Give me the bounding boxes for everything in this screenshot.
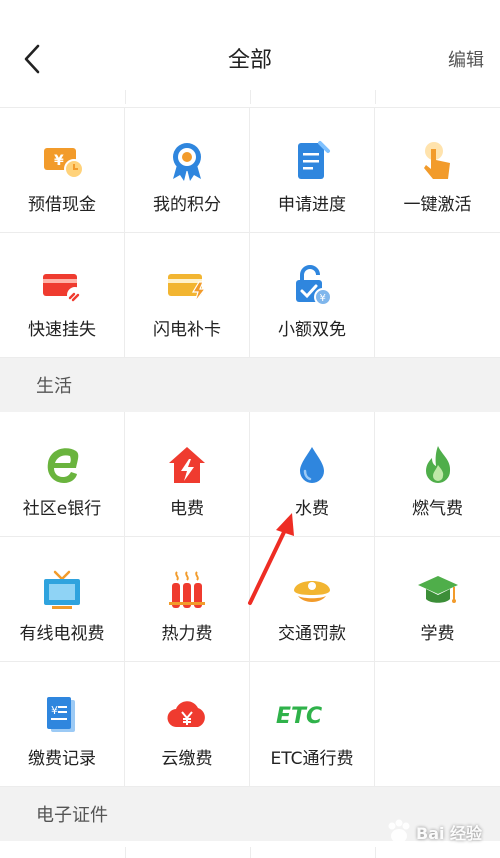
grid-item-label: 一键激活 [403,195,472,215]
points-medal-icon [173,143,201,181]
one-tap-activate-icon [423,142,450,179]
grid-item-small-payment[interactable]: ¥ 小额双免 [250,233,375,358]
cloud-payment-icon [167,701,205,728]
grid-item-label: 学费 [420,624,455,644]
gas-flame-icon [425,446,450,483]
baidu-watermark: Bai 经验 [382,812,492,852]
graduation-cap-icon [417,576,458,603]
payment-record-icon: ¥ [47,697,75,732]
grid-item-etc-toll[interactable]: ETC ETC通行费 [250,662,375,787]
grid-item-label: 我的积分 [153,195,221,215]
watermark-text: Bai 经验 [416,824,483,843]
grid-item-label: 热力费 [161,624,213,644]
card-services-grid: ¥ 预借现金 我的积分 申请进度 一键激活 快速挂失 闪电补卡 ¥ 小额双免 [0,108,500,358]
grid-item-traffic-fine[interactable]: 交通罚款 [250,537,375,662]
grid-item-label: 电费 [170,499,204,519]
section-title: 电子证件 [36,805,108,826]
grid-item-electricity[interactable]: 电费 [125,412,250,537]
svg-text:ETC: ETC [276,704,322,729]
grid-item-label: 快速挂失 [28,320,96,340]
community-e-bank-icon [47,448,79,483]
water-drop-icon [300,447,324,483]
top-bar: 全部 编辑 [0,0,500,90]
cash-advance-icon: ¥ [44,148,84,179]
card-replace-icon [168,274,207,303]
grid-item-my-points[interactable]: 我的积分 [125,108,250,233]
edit-button[interactable]: 编辑 [448,46,484,72]
svg-text:¥: ¥ [54,153,64,169]
paw-logo-icon [388,819,410,843]
section-title: 生活 [36,376,72,397]
grid-item-heating[interactable]: 热力费 [125,537,250,662]
grid-empty-cell [375,662,500,787]
grid-item-label: 闪电补卡 [153,320,221,340]
police-cap-icon [294,581,330,602]
grid-item-payment-record[interactable]: ¥ 缴费记录 [0,662,125,787]
grid-item-label: 小额双免 [278,320,346,340]
grid-item-gas[interactable]: 燃气费 [375,412,500,537]
grid-item-label: 云缴费 [161,749,213,769]
grid-item-cable-tv[interactable]: 有线电视费 [0,537,125,662]
application-progress-icon [298,141,330,179]
heating-radiator-icon [169,571,205,608]
grid-item-card-replace[interactable]: 闪电补卡 [125,233,250,358]
grid-item-label: 预借现金 [28,195,96,215]
grid-item-label: 水费 [295,499,329,519]
previous-row-stub [0,90,500,108]
etc-toll-icon: ETC [276,704,322,729]
grid-item-cash-advance[interactable]: ¥ 预借现金 [0,108,125,233]
grid-item-label: 交通罚款 [278,624,346,644]
grid-item-cloud-payment[interactable]: 云缴费 [125,662,250,787]
svg-text:¥: ¥ [320,293,326,304]
life-services-grid: 社区e银行 电费 水费 燃气费 有线电视费 热力费 交通罚款 学费 ¥ 缴费记录… [0,412,500,787]
page-title: 全部 [227,48,272,73]
card-loss-report-icon [43,274,83,303]
small-payment-lock-icon: ¥ [296,265,332,306]
grid-item-card-loss-report[interactable]: 快速挂失 [0,233,125,358]
grid-item-label: 有线电视费 [19,624,105,644]
electricity-house-icon [169,447,205,483]
grid-item-label: 燃气费 [412,499,463,519]
grid-item-label: ETC通行费 [270,749,354,769]
grid-empty-cell [375,233,500,358]
grid-item-label: 申请进度 [278,195,346,215]
grid-item-label: 社区e银行 [22,499,102,519]
section-header-life: 生活 [0,358,500,412]
grid-item-tuition[interactable]: 学费 [375,537,500,662]
svg-text:¥: ¥ [51,704,58,717]
tv-icon [44,570,80,609]
grid-item-community-e-bank[interactable]: 社区e银行 [0,412,125,537]
grid-item-one-tap-activate[interactable]: 一键激活 [375,108,500,233]
grid-item-label: 缴费记录 [28,749,96,769]
grid-item-water[interactable]: 水费 [250,412,375,537]
grid-item-application-progress[interactable]: 申请进度 [250,108,375,233]
